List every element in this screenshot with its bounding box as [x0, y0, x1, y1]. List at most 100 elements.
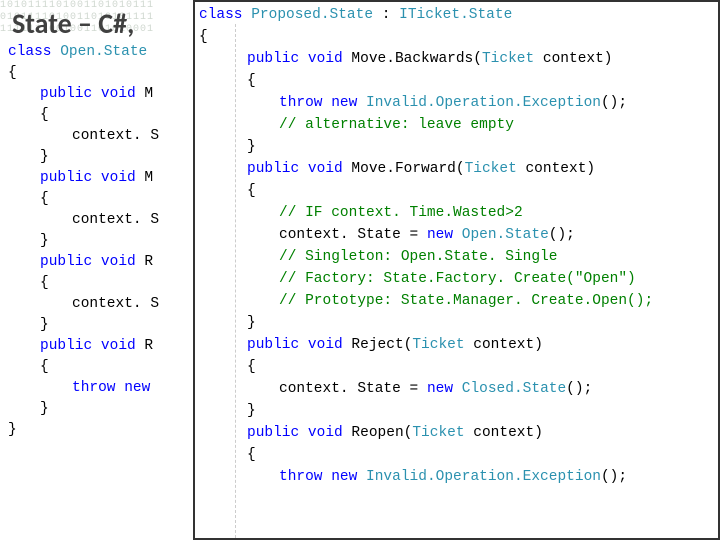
code-line: class Proposed.State : ITicket.State — [199, 4, 714, 26]
code-token: Ticket — [412, 425, 464, 441]
code-token: void — [308, 337, 343, 353]
code-line: context. State = new Closed.State(); — [199, 378, 714, 400]
code-line: } — [199, 400, 714, 422]
code-token — [453, 381, 462, 397]
code-token: } — [8, 401, 49, 417]
code-token: { — [8, 65, 17, 81]
code-token: { — [8, 191, 49, 207]
code-token: public — [8, 86, 92, 102]
code-line: } — [8, 420, 193, 441]
code-line: { — [8, 105, 193, 126]
code-line: // Singleton: Open.State. Single — [199, 246, 714, 268]
code-token: new — [427, 227, 453, 243]
code-token: context) — [465, 337, 543, 353]
code-token: { — [199, 183, 256, 199]
code-line: } — [199, 312, 714, 334]
right-code-pane: class Proposed.State : ITicket.State{pub… — [193, 0, 720, 540]
code-line: context. S — [8, 294, 193, 315]
code-token — [299, 425, 308, 441]
code-line: public void Reject(Ticket context) — [199, 334, 714, 356]
code-token — [52, 44, 61, 60]
code-token: { — [199, 29, 208, 45]
code-token — [299, 337, 308, 353]
code-token: } — [8, 233, 49, 249]
code-token: context) — [534, 51, 612, 67]
code-line: } — [8, 231, 193, 252]
code-line: // Prototype: State.Manager. Create.Open… — [199, 290, 714, 312]
code-line: context. State = new Open.State(); — [199, 224, 714, 246]
code-token — [323, 95, 332, 111]
code-token — [357, 469, 366, 485]
code-token: M — [136, 170, 153, 186]
code-token — [92, 254, 101, 270]
code-token: new — [124, 380, 150, 396]
code-line: { — [8, 273, 193, 294]
code-token: { — [8, 107, 49, 123]
code-token: Proposed.State — [251, 7, 373, 23]
code-line: { — [8, 357, 193, 378]
code-token: // IF context. Time.Wasted>2 — [199, 205, 523, 221]
code-line: public void Move.Backwards(Ticket contex… — [199, 48, 714, 70]
code-token: // Singleton: Open.State. Single — [199, 249, 557, 265]
code-token — [323, 469, 332, 485]
code-line: { — [199, 26, 714, 48]
code-line: context. S — [8, 210, 193, 231]
code-token: context. S — [8, 128, 159, 144]
code-token: (); — [566, 381, 592, 397]
code-line: public void M — [8, 84, 193, 105]
code-token: M — [136, 86, 153, 102]
code-token: } — [8, 422, 17, 438]
code-token: public — [199, 337, 299, 353]
code-token: (); — [601, 95, 627, 111]
code-token: void — [101, 170, 136, 186]
code-line: public void M — [8, 168, 193, 189]
code-token: void — [308, 51, 343, 67]
code-line: public void Move.Forward(Ticket context) — [199, 158, 714, 180]
code-token — [243, 7, 252, 23]
code-token: throw — [199, 469, 323, 485]
slide-title: State – C#, — [12, 6, 134, 41]
code-token: Reopen( — [343, 425, 413, 441]
code-token: void — [101, 338, 136, 354]
code-token: Ticket — [465, 161, 517, 177]
code-token: { — [199, 73, 256, 89]
code-token: { — [8, 275, 49, 291]
code-token: } — [199, 315, 256, 331]
code-line: } — [8, 399, 193, 420]
code-line: { — [199, 356, 714, 378]
code-line: { — [8, 63, 193, 84]
left-code-pane: class Open.State{public void M{context. … — [8, 42, 193, 537]
code-token — [299, 161, 308, 177]
code-token: void — [308, 161, 343, 177]
code-token: public — [199, 161, 299, 177]
code-token: context. State = — [199, 227, 427, 243]
code-token: new — [331, 95, 357, 111]
code-token — [92, 338, 101, 354]
code-line: { — [199, 70, 714, 92]
code-token — [116, 380, 125, 396]
code-token: public — [8, 254, 92, 270]
code-token: class — [8, 44, 52, 60]
code-token: R — [136, 338, 153, 354]
code-token: context) — [465, 425, 543, 441]
code-token: ITicket.State — [399, 7, 512, 23]
code-token: public — [199, 425, 299, 441]
code-token: } — [199, 139, 256, 155]
code-line: public void Reopen(Ticket context) — [199, 422, 714, 444]
code-token: R — [136, 254, 153, 270]
code-token: } — [199, 403, 256, 419]
code-token: public — [8, 170, 92, 186]
code-line: context. S — [8, 126, 193, 147]
code-token: public — [8, 338, 92, 354]
code-token: Closed.State — [462, 381, 566, 397]
code-token: (); — [601, 469, 627, 485]
code-token: void — [101, 254, 136, 270]
code-token: class — [199, 7, 243, 23]
code-line: } — [8, 147, 193, 168]
code-token: throw — [199, 95, 323, 111]
code-token: Open.State — [462, 227, 549, 243]
code-token: context) — [517, 161, 595, 177]
code-line: { — [199, 444, 714, 466]
code-token — [357, 95, 366, 111]
code-token: { — [8, 359, 49, 375]
